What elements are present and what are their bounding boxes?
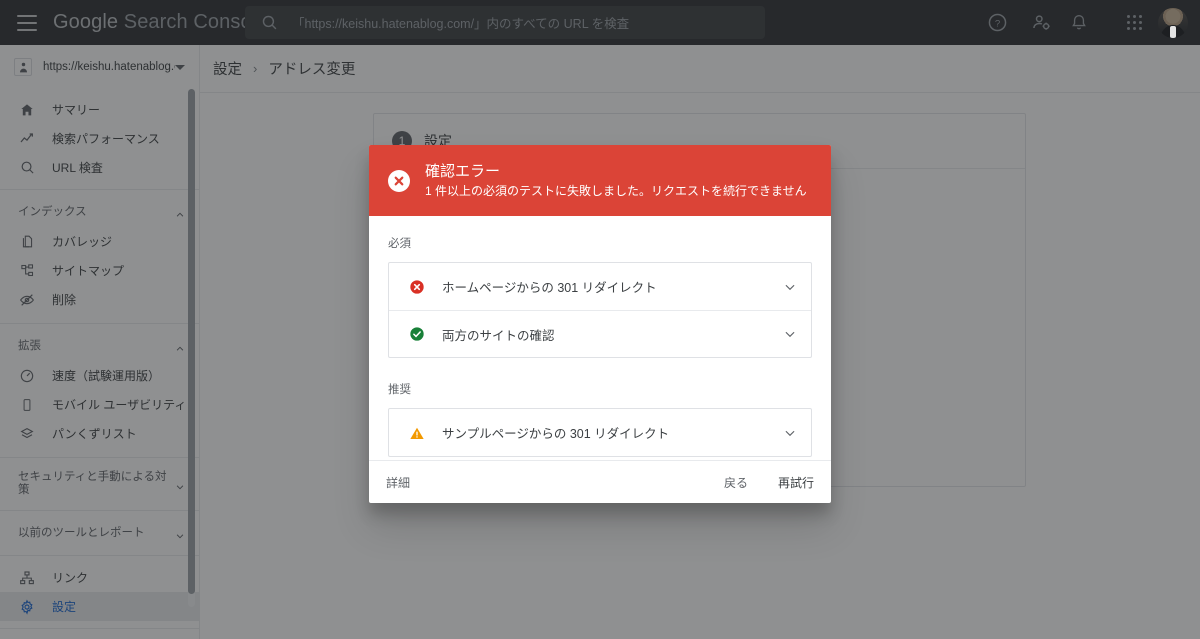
back-button[interactable]: 戻る — [724, 474, 748, 491]
section-label-recommended: 推奨 — [388, 384, 411, 396]
section-label-required: 必須 — [388, 238, 411, 250]
details-link[interactable]: 詳細 — [386, 474, 410, 491]
check-row-301-redirect-sample-page[interactable]: サンプルページからの 301 リダイレクト — [389, 409, 811, 456]
chevron-down-icon[interactable] — [783, 426, 797, 440]
check-row-label: 両方のサイトの確認 — [442, 328, 555, 343]
check-row-label: ホームページからの 301 リダイレクト — [442, 281, 657, 295]
check-row-label: サンプルページからの 301 リダイレクト — [442, 427, 670, 441]
dialog-subtitle: 1 件以上の必須のテストに失敗しました。リクエストを続行できません — [425, 184, 807, 198]
verification-error-dialog: 確認エラー 1 件以上の必須のテストに失敗しました。リクエストを続行できません … — [369, 145, 831, 503]
error-circle-icon — [388, 169, 410, 192]
check-row-301-redirect-homepage[interactable]: ホームページからの 301 リダイレクト — [389, 263, 811, 310]
search-console-page: Google Search Console 「https://keishu.ha… — [0, 0, 1200, 639]
chevron-down-icon[interactable] — [783, 327, 797, 341]
error-circle-icon — [409, 279, 425, 295]
retry-button[interactable]: 再試行 — [778, 474, 814, 491]
check-circle-icon — [409, 326, 425, 342]
dialog-footer: 詳細 戻る 再試行 — [369, 460, 831, 503]
warning-triangle-icon — [409, 425, 425, 441]
recommended-checks-group: サンプルページからの 301 リダイレクト — [388, 408, 812, 457]
chevron-down-icon[interactable] — [783, 280, 797, 294]
dialog-title: 確認エラー — [425, 163, 501, 180]
dialog-header-text: 確認エラー 1 件以上の必須のテストに失敗しました。リクエストを続行できません — [425, 162, 807, 199]
check-row-both-sites-verified[interactable]: 両方のサイトの確認 — [389, 310, 811, 357]
dialog-body: 必須 ホームページからの 301 リダイレクト 両方のサイトの確認 推奨 サンプ… — [369, 216, 831, 457]
dialog-header: 確認エラー 1 件以上の必須のテストに失敗しました。リクエストを続行できません — [369, 145, 831, 216]
required-checks-group: ホームページからの 301 リダイレクト 両方のサイトの確認 — [388, 262, 812, 358]
